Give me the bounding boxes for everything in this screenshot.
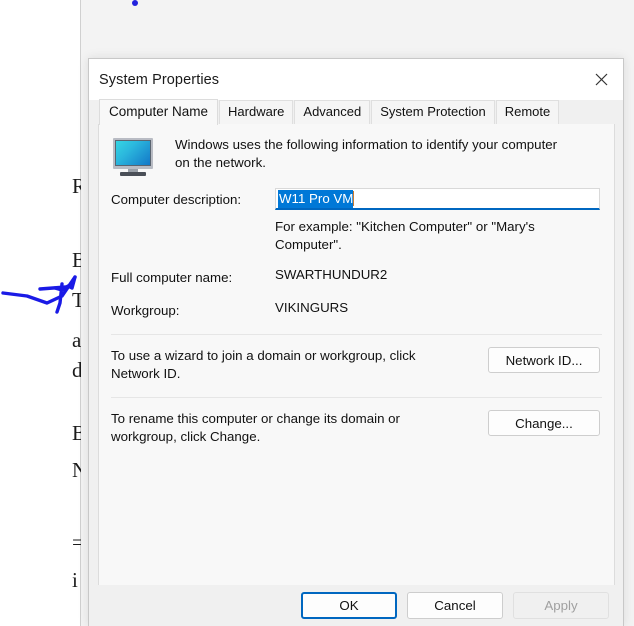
workgroup-value: VIKINGURS	[275, 300, 349, 315]
tab-computer-name[interactable]: Computer Name	[99, 99, 219, 125]
full-computer-name-value: SWARTHUNDUR2	[275, 267, 388, 282]
network-id-button[interactable]: Network ID...	[488, 347, 600, 373]
workgroup-row: Workgroup: VIKINGURS	[99, 299, 614, 320]
tab-system-protection[interactable]: System Protection	[371, 100, 495, 124]
cancel-button[interactable]: Cancel	[407, 592, 503, 619]
dialog-title: System Properties	[99, 71, 220, 88]
backdrop-clipped-text: N	[72, 460, 81, 481]
close-icon	[595, 73, 607, 86]
tab-hardware[interactable]: Hardware	[219, 100, 294, 124]
tab-label: Remote	[504, 104, 551, 119]
network-id-description: To use a wizard to join a domain or work…	[111, 348, 416, 381]
close-button[interactable]	[579, 59, 623, 100]
tab-label: Advanced	[303, 104, 362, 119]
ok-button[interactable]: OK	[301, 592, 397, 619]
workgroup-label: Workgroup:	[111, 303, 180, 318]
tab-label: Computer Name	[109, 104, 209, 119]
section-divider	[111, 397, 602, 398]
change-button[interactable]: Change...	[488, 410, 600, 436]
computer-description-hint-row: For example: "Kitchen Computer" or "Mary…	[99, 218, 614, 254]
computer-description-hint: For example: "Kitchen Computer" or "Mary…	[275, 219, 535, 252]
full-computer-name-label: Full computer name:	[111, 270, 233, 285]
backdrop-clipped-text: B	[72, 250, 81, 271]
apply-button: Apply	[513, 592, 609, 619]
backdrop-clipped-text: B	[72, 423, 81, 444]
change-row: To rename this computer or change its do…	[99, 410, 614, 446]
backdrop-clipped-text: d	[72, 360, 81, 381]
backdrop-clipped-text: =	[72, 532, 81, 553]
computer-name-tab-panel: Windows uses the following information t…	[98, 123, 615, 586]
computer-description-row: Computer description: W11 Pro VM	[99, 188, 614, 210]
section-divider	[111, 334, 602, 335]
tab-advanced[interactable]: Advanced	[294, 100, 371, 124]
dialog-titlebar: System Properties	[89, 59, 623, 100]
network-id-row: To use a wizard to join a domain or work…	[99, 347, 614, 383]
monitor-icon	[111, 138, 155, 176]
tab-label: System Protection	[380, 104, 486, 119]
computer-description-input[interactable]: W11 Pro VM	[275, 188, 600, 210]
intro-text: Windows uses the following information t…	[175, 137, 558, 170]
intro-section: Windows uses the following information t…	[99, 124, 614, 176]
backdrop-clipped-text: i	[72, 570, 78, 591]
backdrop-clipped-text: R	[72, 176, 81, 197]
dialog-footer: OK Cancel Apply	[89, 585, 623, 626]
full-computer-name-row: Full computer name: SWARTHUNDUR2	[99, 266, 614, 287]
computer-description-label: Computer description:	[111, 192, 242, 207]
computer-description-value: W11 Pro VM	[278, 189, 354, 208]
tab-strip: Computer Name Hardware Advanced System P…	[89, 99, 623, 125]
system-properties-dialog: System Properties Computer Name Hardware…	[88, 58, 624, 626]
change-description: To rename this computer or change its do…	[111, 411, 400, 444]
tab-label: Hardware	[228, 104, 285, 119]
text-caret	[353, 191, 355, 206]
backdrop-clipped-text: a	[72, 330, 81, 351]
tab-remote[interactable]: Remote	[495, 100, 560, 124]
backdrop-clipped-text: T	[72, 290, 81, 311]
hint-spacer	[111, 218, 275, 254]
